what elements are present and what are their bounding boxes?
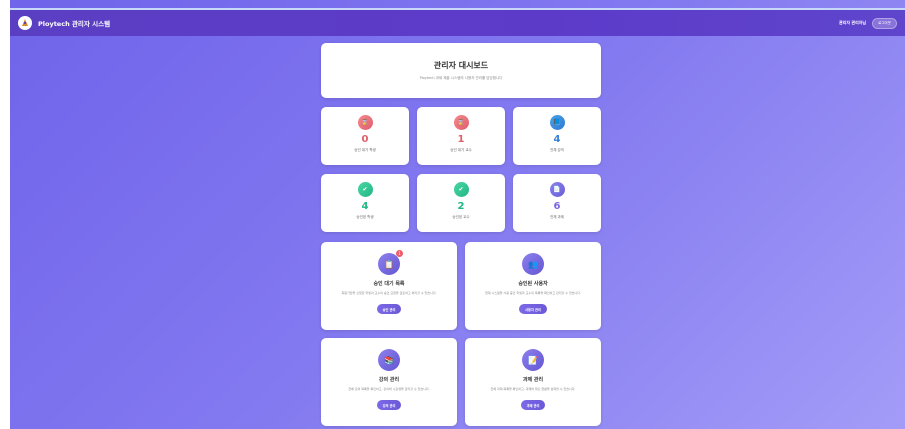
stat-value: 4	[361, 201, 369, 212]
welcome-text: 관리자 관리자님	[838, 20, 867, 25]
stat-card-pending-students: ⌛ 0 승인 대기 학생	[321, 107, 409, 165]
book-icon: 📘	[549, 115, 565, 130]
feature-title: 승인 대기 목록	[373, 281, 405, 287]
nav-right: 관리자 관리자님 로그아웃	[838, 17, 897, 29]
stat-label: 승인된 학생	[356, 215, 374, 219]
navbar: Ploytech 관리자 시스템 관리자 관리자님 로그아웃	[10, 10, 905, 36]
stat-card-approved-students: ✔ 4 승인된 학생	[321, 174, 409, 232]
clipboard-icon: 📋 1	[378, 250, 403, 275]
feature-card-course-manage: 📚 강의 관리 전체 강의 목록을 확인하고, 강의와 수강생을 관리할 수 있…	[321, 338, 457, 426]
left-border	[0, 0, 10, 429]
stat-card-approved-teachers: ✔ 2 승인된 교수	[417, 174, 505, 232]
brand-title[interactable]: Ploytech 관리자 시스템	[38, 18, 110, 28]
feature-title: 과제 관리	[522, 377, 544, 383]
clipboard-glyph: 📋	[384, 259, 394, 269]
stat-label: 전체 강의	[550, 148, 564, 152]
user-manage-button[interactable]: 사용자 관리	[519, 304, 547, 314]
users-icon: 👥	[522, 253, 544, 275]
feature-description: 현재 시스템을 사용 중인 학생과 교수의 목록을 확인하고 관리할 수 있습니…	[484, 291, 582, 295]
stat-card-pending-teachers: ⌛ 1 승인 대기 교수	[417, 107, 505, 165]
check-icon: ✔	[357, 182, 373, 197]
document-icon: 📄	[549, 182, 565, 197]
books-icon: 📚	[378, 349, 400, 371]
feature-title: 승인된 사용자	[518, 281, 548, 287]
logo-icon[interactable]	[18, 16, 32, 30]
stat-label: 전체 과제	[550, 215, 564, 219]
books-glyph: 📚	[384, 355, 394, 365]
feature-title: 강의 관리	[378, 377, 400, 383]
feature-description: 전체 강의 목록을 확인하고, 강의와 수강생을 관리할 수 있습니다.	[348, 387, 430, 391]
assignment-glyph: 📝	[528, 355, 538, 365]
page-title: 관리자 대시보드	[433, 61, 489, 70]
check-icon: ✔	[453, 182, 469, 197]
stat-value: 1	[457, 134, 465, 145]
stat-label: 승인된 교수	[452, 215, 470, 219]
stat-label: 승인 대기 교수	[450, 148, 472, 152]
stat-card-total-assignments: 📄 6 전체 과제	[513, 174, 601, 232]
notification-badge: 1	[396, 250, 403, 257]
stat-value: 0	[361, 134, 369, 145]
stat-value: 2	[457, 201, 465, 212]
stat-value: 4	[553, 134, 561, 145]
page-subtitle: Ploytech 과제 제출 시스템의 사용자 관리를 담당합니다	[419, 76, 503, 80]
stat-card-total-courses: 📘 4 전체 강의	[513, 107, 601, 165]
stat-label: 승인 대기 학생	[354, 148, 376, 152]
assignment-icon: 📝	[522, 349, 544, 371]
feature-card-assignment-manage: 📝 과제 관리 전체 과제 목록을 확인하고, 과제와 제출 현황을 살펴볼 수…	[465, 338, 601, 426]
users-glyph: 👥	[528, 259, 538, 269]
pending-teacher-icon: ⌛	[453, 115, 469, 130]
course-manage-button[interactable]: 강의 관리	[376, 400, 402, 410]
stat-value: 6	[553, 201, 561, 212]
assignment-manage-button[interactable]: 과제 관리	[520, 400, 546, 410]
feature-description: 전체 과제 목록을 확인하고, 과제와 제출 현황을 살펴볼 수 있습니다.	[490, 387, 576, 391]
logout-button[interactable]: 로그아웃	[872, 17, 897, 29]
pending-user-icon: ⌛	[357, 115, 373, 130]
feature-card-approved-users: 👥 승인된 사용자 현재 시스템을 사용 중인 학생과 교수의 목록을 확인하고…	[465, 242, 601, 330]
dashboard-header-card: 관리자 대시보드 Ploytech 과제 제출 시스템의 사용자 관리를 담당합…	[321, 43, 601, 98]
approval-manage-button[interactable]: 승인 관리	[376, 304, 402, 314]
feature-description: 회원가입을 신청한 학생과 교수의 승인 요청을 검토하고 처리할 수 있습니다…	[341, 291, 437, 295]
feature-card-pending-list: 📋 1 승인 대기 목록 회원가입을 신청한 학생과 교수의 승인 요청을 검토…	[321, 242, 457, 330]
